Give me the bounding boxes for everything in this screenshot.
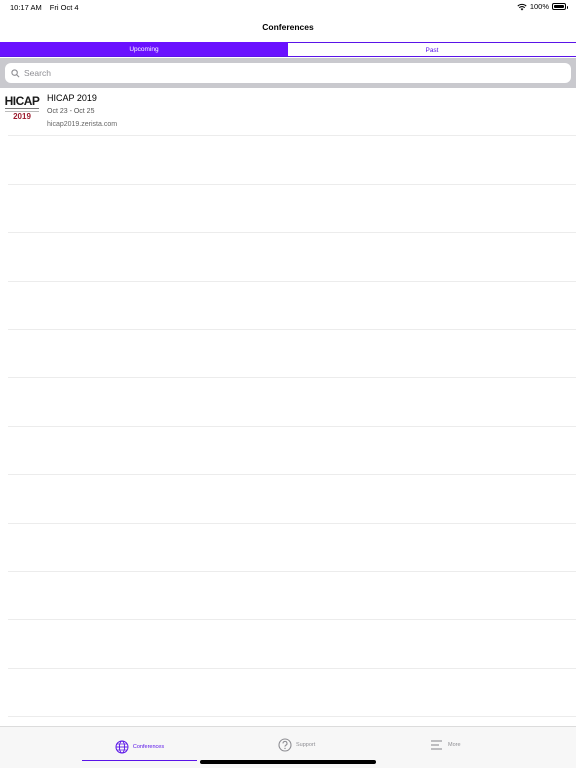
segmented-control: Upcoming Past (0, 42, 576, 57)
empty-row (8, 427, 576, 476)
globe-icon (115, 740, 129, 753)
conference-logo: HICAP 2019 (3, 95, 41, 125)
logo-text: HICAP (4, 94, 40, 108)
tab-more[interactable]: More (430, 733, 461, 757)
logo-year: 2019 (13, 112, 31, 121)
empty-row (8, 136, 576, 185)
question-circle-icon (278, 738, 292, 752)
search-icon (11, 68, 20, 77)
empty-row (8, 378, 576, 427)
empty-row (8, 282, 576, 330)
battery-percent: 100% (529, 2, 549, 11)
search-bar (0, 58, 576, 88)
menu-lines-icon (431, 740, 442, 750)
segment-upcoming[interactable]: Upcoming (0, 42, 288, 56)
segment-past[interactable]: Past (288, 42, 576, 56)
status-bar: 10:17 AM Fri Oct 4 100% (0, 0, 576, 14)
home-indicator[interactable] (200, 760, 376, 764)
search-box[interactable] (5, 63, 571, 83)
conference-url: hicap2019.zerista.com (47, 121, 118, 128)
empty-row (8, 524, 576, 572)
battery-icon (552, 3, 568, 10)
empty-row (8, 233, 576, 282)
empty-row (8, 330, 576, 379)
conference-title: HICAP 2019 (47, 93, 97, 103)
tab-support-label: Support (296, 742, 316, 748)
wifi-icon (517, 3, 527, 10)
status-date: Fri Oct 4 (49, 3, 79, 12)
conference-list: HICAP 2019 HICAP 2019 Oct 23 - Oct 25 hi… (0, 88, 576, 718)
page-title: Conferences (262, 22, 314, 32)
tab-support[interactable]: Support (278, 733, 315, 757)
tab-more-label: More (448, 742, 461, 748)
conference-row[interactable]: HICAP 2019 HICAP 2019 Oct 23 - Oct 25 hi… (0, 88, 576, 137)
search-input[interactable] (24, 68, 544, 78)
empty-row (8, 669, 576, 718)
empty-row (8, 620, 576, 669)
status-right: 100% (517, 2, 568, 11)
empty-row (8, 475, 576, 524)
tab-conferences-label: Conferences (132, 743, 165, 750)
conference-dates: Oct 23 - Oct 25 (47, 108, 95, 115)
empty-row (8, 572, 576, 621)
status-left: 10:17 AM Fri Oct 4 (10, 3, 79, 12)
status-time: 10:17 AM (10, 3, 42, 12)
tab-conferences[interactable]: Conferences (82, 733, 197, 761)
empty-row (8, 185, 576, 234)
